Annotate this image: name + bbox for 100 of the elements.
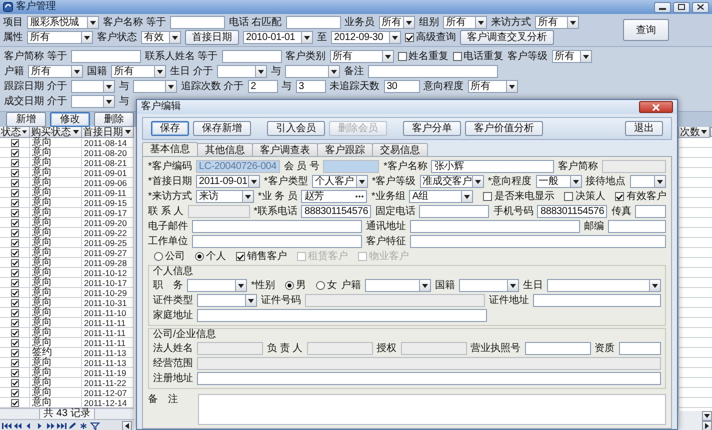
dropdown[interactable]: 2011-09-01 xyxy=(196,175,260,188)
dropdown[interactable]: 所有 xyxy=(27,31,93,44)
filter-icon[interactable] xyxy=(90,422,100,430)
scroll-down-button[interactable] xyxy=(702,411,712,421)
column-header[interactable]: 首接日期 xyxy=(82,127,134,138)
checkbox[interactable] xyxy=(10,398,18,406)
text-field[interactable] xyxy=(188,205,250,218)
checkbox[interactable] xyxy=(10,258,18,266)
dropdown[interactable]: 一般 xyxy=(536,175,582,188)
text-field[interactable] xyxy=(192,235,362,248)
text-field[interactable] xyxy=(306,342,373,355)
column-header[interactable]: 购买状态 xyxy=(30,127,82,138)
text-field[interactable] xyxy=(323,160,380,173)
checkbox[interactable]: 姓名重复 xyxy=(398,50,449,62)
radio-button[interactable]: 男 xyxy=(284,280,306,292)
text-field[interactable]: 2 xyxy=(248,80,278,93)
close-button[interactable] xyxy=(639,101,673,113)
dropdown[interactable] xyxy=(630,175,666,188)
text-field[interactable] xyxy=(197,309,487,322)
text-field[interactable] xyxy=(608,220,666,233)
save-new-button[interactable]: 保存新增 xyxy=(193,121,251,136)
checkbox[interactable] xyxy=(10,178,18,186)
checkbox[interactable] xyxy=(10,328,18,336)
text-field[interactable]: 3 xyxy=(296,80,326,93)
text-field[interactable] xyxy=(410,220,580,233)
checkbox[interactable] xyxy=(10,288,18,296)
text-field[interactable]: 30 xyxy=(384,80,420,93)
text-field[interactable] xyxy=(602,160,666,173)
dropdown[interactable]: 所有 xyxy=(330,50,394,63)
text-field[interactable] xyxy=(170,16,225,29)
checkbox[interactable] xyxy=(10,268,18,276)
checkbox[interactable] xyxy=(10,148,18,156)
checkbox[interactable] xyxy=(10,198,18,206)
maximize-button[interactable] xyxy=(673,2,690,12)
dropdown[interactable]: 所有 xyxy=(443,16,488,29)
checkbox[interactable]: 有效客户 xyxy=(615,190,666,202)
dropdown[interactable]: 有效 xyxy=(141,31,181,44)
close-button[interactable] xyxy=(692,2,709,12)
last-record-icon[interactable] xyxy=(57,422,67,430)
value-analysis-button[interactable]: 客户价值分析 xyxy=(465,121,543,136)
tab[interactable]: 基本信息 xyxy=(142,142,198,156)
dropdown[interactable]: 2012-09-30 xyxy=(331,31,401,44)
exit-button[interactable]: 退出 xyxy=(625,121,663,136)
dropdown[interactable]: 所有 xyxy=(111,65,166,78)
dropdown[interactable]: A组 xyxy=(409,190,474,203)
tab[interactable]: 客户跟踪 xyxy=(317,143,373,156)
text-field[interactable] xyxy=(197,342,263,355)
checkbox[interactable] xyxy=(10,318,18,326)
checkbox[interactable] xyxy=(10,388,18,396)
dropdown[interactable]: 所有 xyxy=(378,16,416,29)
column-header[interactable]: 次数 xyxy=(678,127,710,138)
filter-button[interactable]: 客户调查交叉分析 xyxy=(460,30,554,45)
radio-button[interactable]: 个人 xyxy=(195,250,226,262)
text-field[interactable] xyxy=(305,294,485,307)
checkbox[interactable] xyxy=(10,188,18,196)
radio-button[interactable]: 公司 xyxy=(154,250,185,262)
dropdown[interactable]: 所有 xyxy=(28,65,83,78)
checkbox[interactable] xyxy=(10,238,18,246)
text-field[interactable] xyxy=(524,342,591,355)
tab[interactable]: 交易信息 xyxy=(372,143,428,156)
dropdown[interactable]: 所有 xyxy=(552,50,592,63)
dropdown[interactable]: 所有 xyxy=(535,16,580,29)
tab[interactable]: 客户调查表 xyxy=(252,143,318,156)
checkbox[interactable] xyxy=(10,368,18,376)
delete-button[interactable]: 删除 xyxy=(94,112,134,127)
checkbox[interactable] xyxy=(10,168,18,176)
checkbox[interactable]: 是否来电显示 xyxy=(483,190,554,202)
save-button[interactable]: 保存 xyxy=(151,121,189,136)
text-field[interactable] xyxy=(222,50,282,63)
text-field[interactable] xyxy=(197,372,661,385)
import-member-button[interactable]: 引入会员 xyxy=(267,121,325,136)
checkbox[interactable] xyxy=(10,248,18,256)
add-button[interactable]: 新增 xyxy=(6,112,46,127)
filter-button[interactable]: 首接日期 xyxy=(185,30,239,45)
text-field[interactable]: 888301154576 xyxy=(537,205,608,218)
text-field[interactable] xyxy=(400,342,467,355)
text-field[interactable] xyxy=(635,205,666,218)
assign-button[interactable]: 客户分单 xyxy=(403,121,461,136)
checkbox[interactable] xyxy=(10,208,18,216)
first-record-icon[interactable] xyxy=(2,422,12,430)
dropdown[interactable]: 服彩系悦城 xyxy=(27,16,99,29)
checkbox[interactable] xyxy=(10,138,18,146)
column-header[interactable]: 状态 xyxy=(0,127,30,138)
tab[interactable]: 其他信息 xyxy=(197,143,253,156)
minimize-button[interactable] xyxy=(654,2,671,12)
checkbox[interactable] xyxy=(10,158,18,166)
next-page-icon[interactable] xyxy=(46,422,56,430)
checkbox[interactable] xyxy=(10,348,18,356)
checkbox[interactable]: 决策人 xyxy=(564,190,606,202)
text-field[interactable] xyxy=(70,50,141,63)
checkbox[interactable] xyxy=(10,298,18,306)
text-field[interactable] xyxy=(197,357,661,370)
radio-button[interactable]: 女 xyxy=(316,280,337,292)
text-field[interactable] xyxy=(419,205,490,218)
text-field[interactable] xyxy=(192,220,362,233)
dropdown[interactable]: 2010-01-01 xyxy=(243,31,313,44)
text-field[interactable] xyxy=(410,235,666,248)
checkbox[interactable] xyxy=(10,358,18,366)
scroll-right-button[interactable] xyxy=(702,421,712,430)
checkbox[interactable] xyxy=(10,228,18,236)
